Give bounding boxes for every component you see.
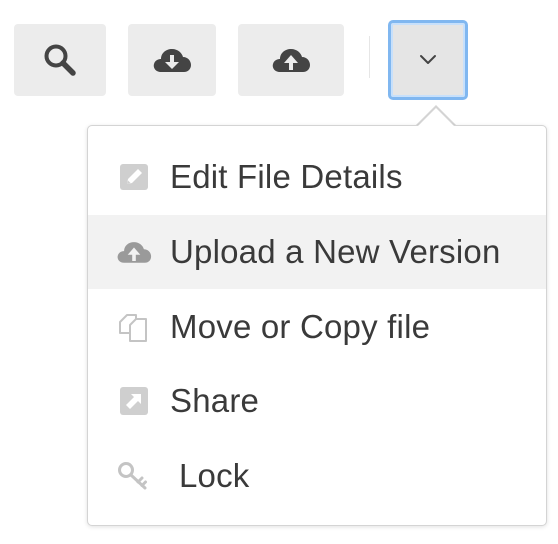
pencil-icon <box>116 159 152 195</box>
menu-item-label: Move or Copy file <box>170 308 431 345</box>
menu-item-share[interactable]: Share <box>88 364 546 438</box>
share-arrow-icon <box>116 383 152 419</box>
copy-icon <box>116 309 152 345</box>
cloud-download-icon <box>152 45 192 75</box>
search-button[interactable] <box>14 24 106 96</box>
key-icon <box>116 458 152 494</box>
upload-button[interactable] <box>238 24 344 96</box>
menu-item-upload-new-version[interactable]: Upload a New Version <box>88 215 546 289</box>
more-actions-dropdown-button[interactable] <box>388 20 468 100</box>
download-button[interactable] <box>128 24 216 96</box>
menu-item-label: Share <box>170 382 260 419</box>
chevron-down-icon <box>418 54 438 66</box>
menu-item-edit-file-details[interactable]: Edit File Details <box>88 140 546 214</box>
more-actions-menu: Edit File Details Upload a New Version M… <box>87 125 547 526</box>
menu-item-label: Edit File Details <box>170 158 403 195</box>
toolbar-divider <box>369 36 370 78</box>
search-icon <box>42 42 78 78</box>
cloud-upload-icon <box>271 45 311 75</box>
cloud-upload-icon <box>116 234 152 270</box>
menu-item-move-or-copy-file[interactable]: Move or Copy file <box>88 290 546 364</box>
menu-item-lock[interactable]: Lock <box>88 439 546 513</box>
menu-item-label: Lock <box>179 457 250 494</box>
menu-caret-inner <box>418 108 454 126</box>
menu-item-label: Upload a New Version <box>170 233 501 270</box>
